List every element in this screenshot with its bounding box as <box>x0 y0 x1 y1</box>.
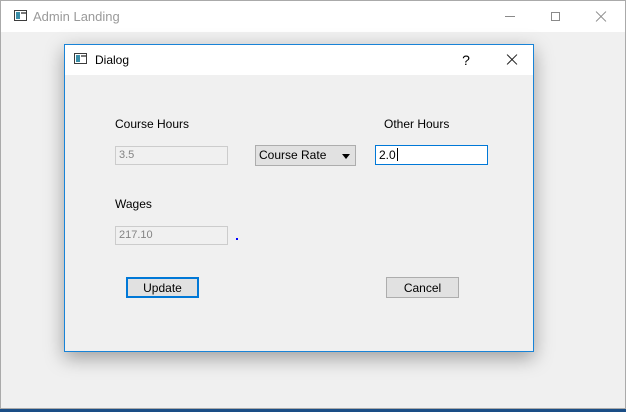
main-window: Admin Landing Dialog ? Course Hours 3.5 … <box>0 0 626 409</box>
minimize-button[interactable] <box>487 1 533 32</box>
main-close-button[interactable] <box>578 1 624 32</box>
dialog-titlebar[interactable]: Dialog ? <box>65 45 533 75</box>
app-window-icon <box>14 10 27 21</box>
rate-type-selected: Course Rate <box>259 148 327 162</box>
dialog-close-button[interactable] <box>493 45 531 75</box>
other-hours-input[interactable]: 2.0 <box>375 145 488 165</box>
help-button[interactable]: ? <box>451 45 481 75</box>
wages-marker-dot <box>236 238 238 240</box>
main-window-title: Admin Landing <box>33 9 120 24</box>
close-icon <box>506 54 518 66</box>
wages-field: 217.10 <box>115 226 228 245</box>
chevron-down-icon <box>342 154 350 159</box>
dialog-app-icon <box>74 53 87 64</box>
text-caret <box>396 148 398 161</box>
wages-label: Wages <box>115 197 152 211</box>
other-hours-value: 2.0 <box>379 148 396 162</box>
maximize-icon <box>550 12 560 21</box>
maximize-button[interactable] <box>532 1 578 32</box>
cancel-button[interactable]: Cancel <box>386 277 459 298</box>
course-hours-label: Course Hours <box>115 117 190 131</box>
minimize-icon <box>505 16 515 17</box>
main-titlebar[interactable]: Admin Landing <box>1 1 625 32</box>
other-hours-label: Other Hours <box>384 117 450 131</box>
update-button[interactable]: Update <box>126 277 199 298</box>
course-hours-field: 3.5 <box>115 146 228 165</box>
dialog-title: Dialog <box>95 53 130 67</box>
rate-type-combo[interactable]: Course Rate <box>255 145 356 166</box>
dialog-window: Dialog ? Course Hours 3.5 Course Rate Ot… <box>64 44 534 352</box>
close-icon <box>595 11 607 23</box>
